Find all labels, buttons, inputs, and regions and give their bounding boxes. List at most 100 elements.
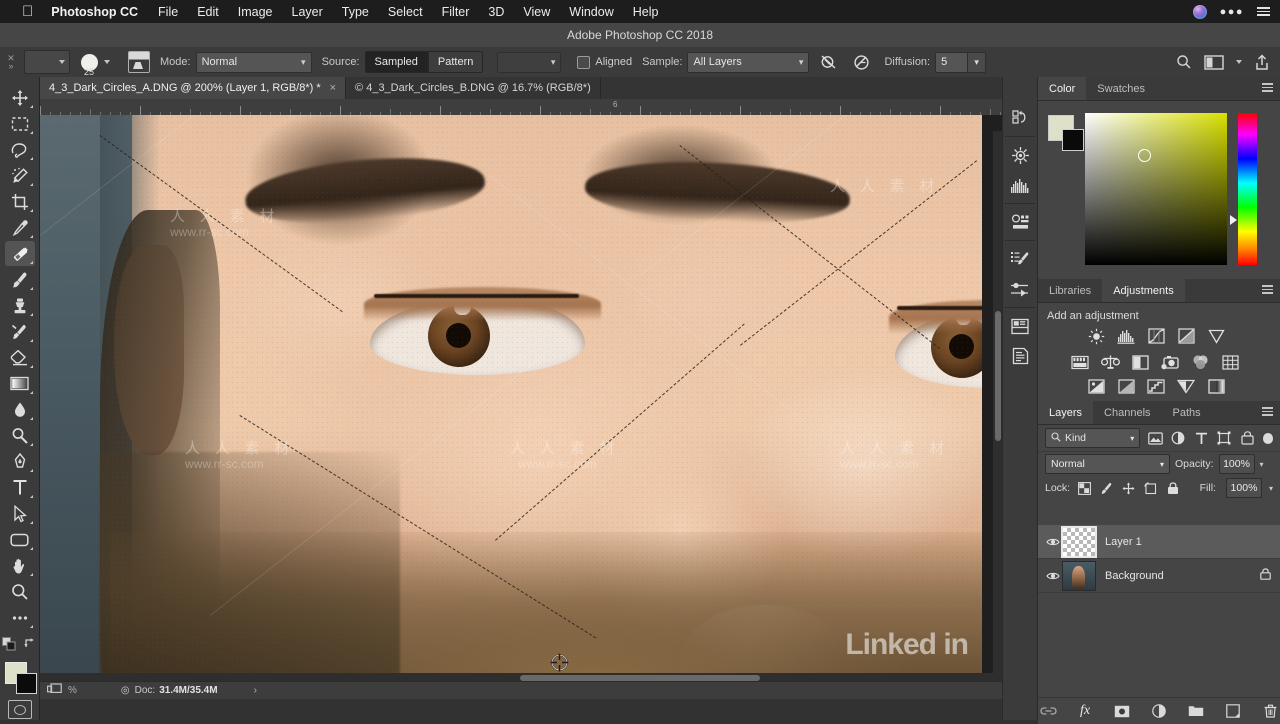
lock-image-icon[interactable] — [1099, 481, 1114, 496]
tab-color[interactable]: Color — [1038, 77, 1087, 100]
tool-path-selection[interactable] — [5, 501, 35, 526]
new-group-icon[interactable] — [1187, 702, 1205, 720]
tool-gradient[interactable] — [5, 371, 35, 396]
source-sampled-button[interactable]: Sampled — [364, 51, 428, 73]
close-icon[interactable]: × — [330, 82, 336, 94]
diffusion-stepper[interactable]: ▾ — [968, 51, 987, 73]
app-name-menu[interactable]: Photoshop CC — [51, 5, 138, 19]
chevron-down-icon[interactable] — [1236, 60, 1242, 64]
tool-pen[interactable] — [5, 449, 35, 474]
color-panel-swatches[interactable] — [1048, 115, 1084, 151]
layer-row-layer1[interactable]: Layer 1 — [1038, 525, 1280, 559]
tablet-pressure-icon[interactable] — [853, 54, 870, 71]
tool-quick-selection[interactable] — [5, 163, 35, 188]
diffusion-value[interactable]: 5 — [935, 51, 969, 73]
filter-smart-object-icon[interactable] — [1240, 430, 1256, 447]
exposure-icon[interactable] — [1176, 327, 1196, 345]
menu-image[interactable]: Image — [238, 5, 273, 19]
menu-type[interactable]: Type — [342, 5, 369, 19]
background-color-swatch[interactable] — [15, 673, 37, 694]
histogram-icon[interactable] — [1006, 170, 1034, 200]
source-pattern-button[interactable]: Pattern — [427, 51, 484, 73]
filter-enable-toggle[interactable] — [1262, 432, 1274, 444]
hue-saturation-icon[interactable] — [1070, 353, 1090, 371]
black-white-icon[interactable] — [1130, 353, 1150, 371]
layer-comps-icon[interactable] — [1006, 311, 1034, 341]
link-layers-icon[interactable] — [1039, 702, 1057, 720]
tool-rectangular-marquee[interactable] — [5, 111, 35, 136]
opacity-value[interactable]: 100% — [1218, 454, 1255, 474]
quick-mask-icon[interactable] — [7, 700, 32, 719]
notes-icon[interactable] — [1006, 341, 1034, 371]
tool-preset-picker[interactable] — [24, 50, 70, 74]
share-icon[interactable] — [1254, 53, 1270, 71]
search-icon[interactable] — [1176, 54, 1192, 70]
tool-zoom[interactable] — [5, 579, 35, 604]
layer-mask-icon[interactable] — [1113, 702, 1131, 720]
zoom-percent[interactable]: % — [68, 685, 77, 696]
menu-view[interactable]: View — [523, 5, 550, 19]
history-icon[interactable] — [1006, 103, 1034, 133]
tool-rectangle[interactable] — [5, 527, 35, 552]
scrollbar-thumb[interactable] — [995, 311, 1001, 441]
tool-brush[interactable] — [5, 267, 35, 292]
tool-crop[interactable] — [5, 189, 35, 214]
levels-icon[interactable] — [1116, 327, 1136, 345]
tool-spot-healing-brush[interactable] — [4, 241, 35, 266]
screen-mode-icon[interactable] — [47, 683, 62, 698]
lock-all-icon[interactable] — [1165, 481, 1180, 496]
filter-adjustment-icon[interactable] — [1170, 430, 1186, 447]
color-picker-ring[interactable] — [1138, 149, 1151, 162]
aligned-checkbox[interactable] — [577, 55, 591, 69]
sample-select[interactable]: All Layers ▾ — [687, 51, 810, 73]
options-bar-grip[interactable]: ✕» — [0, 47, 22, 77]
panel-menu-icon[interactable] — [1262, 83, 1273, 92]
workspace-icon[interactable] — [1204, 54, 1224, 70]
brightness-contrast-icon[interactable] — [1086, 327, 1106, 345]
tab-channels[interactable]: Channels — [1093, 401, 1161, 424]
layer-name[interactable]: Layer 1 — [1105, 536, 1142, 548]
selective-color-icon[interactable] — [1206, 377, 1226, 395]
clone-source-icon[interactable] — [128, 51, 150, 73]
posterize-icon[interactable] — [1116, 377, 1136, 395]
chevron-down-icon[interactable]: ▾ — [1269, 484, 1273, 493]
brush-preset-picker[interactable]: 25 — [78, 48, 122, 77]
hue-slider-handle[interactable] — [1230, 215, 1237, 225]
panel-menu-icon[interactable] — [1262, 407, 1273, 416]
photo-filter-icon[interactable] — [1160, 353, 1180, 371]
menu-layer[interactable]: Layer — [292, 5, 323, 19]
color-balance-icon[interactable] — [1100, 353, 1120, 371]
menu-help[interactable]: Help — [633, 5, 659, 19]
fill-value[interactable]: 100% — [1225, 478, 1262, 498]
status-expand-arrow[interactable]: › — [254, 685, 257, 696]
layer-style-fx-icon[interactable]: fx — [1076, 702, 1094, 720]
aligned-checkbox-group[interactable]: Aligned — [577, 55, 632, 69]
tool-edit-toolbar[interactable] — [5, 605, 35, 630]
layer-thumbnail[interactable] — [1061, 525, 1097, 558]
layer-blend-mode-select[interactable]: Normal ▾ — [1045, 454, 1170, 474]
notification-list-icon[interactable] — [1257, 7, 1270, 16]
layer-visibility-icon[interactable] — [1044, 571, 1062, 581]
ignore-adjustment-layers-icon[interactable] — [820, 54, 837, 70]
tool-dodge[interactable] — [5, 423, 35, 448]
filter-shape-icon[interactable] — [1216, 430, 1232, 447]
tool-history-brush[interactable] — [5, 319, 35, 344]
tool-presets-icon[interactable] — [1006, 274, 1034, 304]
tab-layers[interactable]: Layers — [1038, 401, 1094, 424]
tool-hand[interactable] — [5, 553, 35, 578]
document-tab-secondary[interactable]: © 4_3_Dark_Circles_B.DNG @ 16.7% (RGB/8*… — [346, 77, 601, 99]
lock-artboard-icon[interactable] — [1143, 481, 1158, 496]
invert-icon[interactable] — [1086, 377, 1106, 395]
swap-colors-icon[interactable] — [24, 637, 37, 656]
tab-libraries[interactable]: Libraries — [1038, 279, 1102, 302]
apple-icon[interactable]:  — [22, 4, 33, 19]
chevron-down-icon[interactable]: ▾ — [1260, 460, 1264, 469]
layer-visibility-icon[interactable] — [1044, 537, 1062, 547]
filter-type-icon[interactable] — [1193, 430, 1209, 447]
layer-row-background[interactable]: Background — [1038, 559, 1280, 593]
threshold-icon[interactable] — [1146, 377, 1166, 395]
menu-3d[interactable]: 3D — [488, 5, 504, 19]
tool-blur[interactable] — [5, 397, 35, 422]
siri-icon[interactable] — [1192, 4, 1207, 19]
menu-window[interactable]: Window — [569, 5, 613, 19]
